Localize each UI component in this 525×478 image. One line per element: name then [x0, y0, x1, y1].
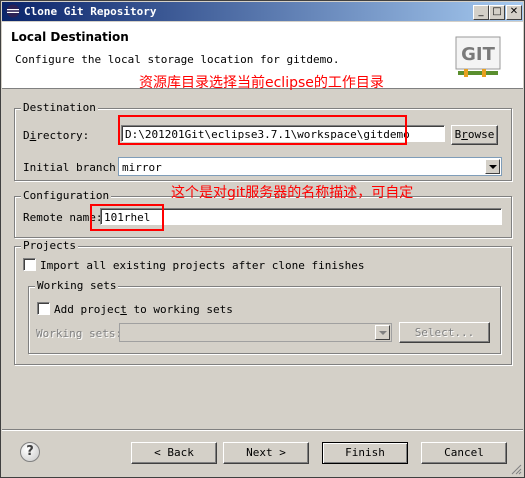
cancel-button[interactable]: Cancel: [421, 442, 507, 464]
add-to-working-sets-checkbox[interactable]: [37, 302, 50, 315]
footer-separator: [2, 429, 523, 431]
eclipse-icon: [6, 4, 20, 18]
working-sets-label: Working sets:: [36, 327, 123, 340]
page-title: Local Destination: [11, 30, 129, 44]
help-icon[interactable]: ?: [20, 442, 40, 462]
annotation-highlight-directory: [118, 115, 407, 145]
working-sets-select[interactable]: [119, 323, 392, 342]
initial-branch-value: mirror: [122, 161, 162, 174]
import-projects-label: Import all existing projects after clone…: [40, 259, 365, 272]
select-working-sets-button[interactable]: Select...: [399, 322, 490, 343]
next-button[interactable]: Next >: [223, 442, 309, 464]
configuration-legend: Configuration: [21, 189, 112, 202]
chevron-down-icon[interactable]: [375, 325, 390, 340]
chevron-down-icon[interactable]: [485, 159, 500, 174]
initial-branch-label: Initial branch:: [23, 161, 123, 174]
projects-legend: Projects: [21, 239, 78, 252]
destination-legend: Destination: [21, 101, 98, 114]
window-title: Clone Git Repository: [24, 5, 157, 18]
annotation-remote-note: 这个是对git服务器的名称描述，可自定: [171, 185, 414, 201]
add-to-working-sets-label: Add project to working sets: [54, 303, 233, 316]
annotation-highlight-remote: [90, 204, 164, 231]
git-logo-icon: GIT: [455, 36, 501, 77]
browse-button[interactable]: Browse: [451, 125, 498, 145]
clone-git-repository-dialog: Clone Git Repository _ □ ✕ Local Destina…: [0, 0, 525, 478]
initial-branch-select[interactable]: mirror: [118, 157, 502, 176]
back-button[interactable]: < Back: [131, 442, 217, 464]
maximize-button[interactable]: □: [489, 5, 505, 20]
annotation-workspace-note: 资源库目录选择当前eclipse的工作目录: [139, 75, 384, 91]
working-sets-legend: Working sets: [35, 279, 119, 292]
working-sets-group: Working sets: [28, 279, 501, 354]
resize-grip-icon[interactable]: [510, 463, 522, 475]
directory-label: Directory:: [23, 129, 90, 142]
finish-button[interactable]: Finish: [322, 442, 408, 464]
minimize-button[interactable]: _: [473, 5, 489, 20]
wizard-header: Local Destination Configure the local st…: [2, 22, 523, 91]
page-description: Configure the local storage location for…: [15, 53, 340, 66]
git-logo-text: GIT: [461, 44, 495, 65]
title-bar[interactable]: Clone Git Repository _ □ ✕: [2, 2, 523, 21]
close-button[interactable]: ✕: [506, 5, 522, 20]
import-projects-checkbox[interactable]: [23, 258, 36, 271]
